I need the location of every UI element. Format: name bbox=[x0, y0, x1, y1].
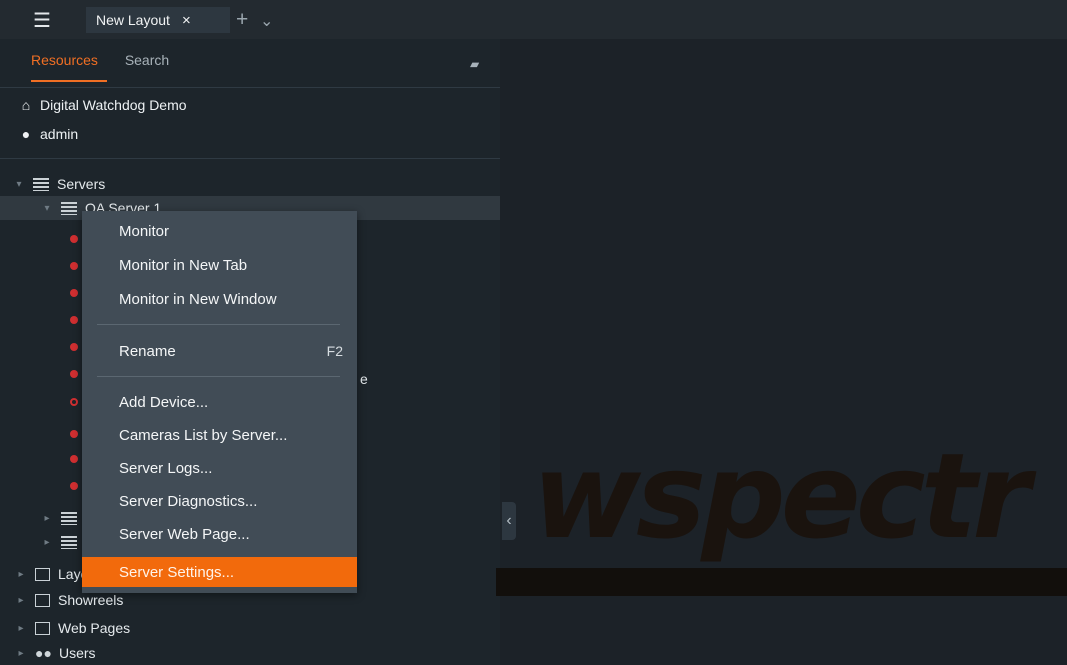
users-label: Users bbox=[59, 645, 96, 661]
menu-item-label: Server Web Page... bbox=[119, 525, 250, 543]
expand-icon[interactable]: ▸ bbox=[15, 623, 27, 634]
home-icon: ⌂ bbox=[21, 97, 31, 113]
camera-status-dot bbox=[70, 316, 78, 324]
tab-search[interactable]: Search bbox=[125, 52, 169, 68]
server-icon bbox=[61, 511, 77, 525]
pin-icon[interactable]: ▰ bbox=[470, 57, 479, 71]
camera-status-dot bbox=[70, 370, 78, 378]
menu-item-monitor[interactable]: Monitor bbox=[82, 216, 357, 246]
menu-item-label: Monitor in New Window bbox=[119, 290, 277, 308]
camera-status-dot bbox=[70, 430, 78, 438]
server-context-menu: Monitor Monitor in New Tab Monitor in Ne… bbox=[82, 211, 357, 593]
server-icon bbox=[61, 535, 77, 549]
showreels-icon bbox=[35, 593, 50, 607]
server-icon bbox=[61, 201, 77, 215]
active-tab-indicator bbox=[31, 80, 107, 82]
menu-item-add-device[interactable]: Add Device... bbox=[82, 387, 357, 417]
user-icon: ● bbox=[21, 126, 31, 142]
menu-item-monitor-new-window[interactable]: Monitor in New Window bbox=[82, 284, 357, 314]
menu-item-server-settings[interactable]: Server Settings... bbox=[82, 557, 357, 587]
tab-new-layout[interactable]: New Layout × bbox=[86, 7, 230, 33]
menu-separator bbox=[97, 324, 340, 325]
expand-icon[interactable]: ▸ bbox=[15, 595, 27, 606]
watermark-logo: wspectr bbox=[532, 427, 1030, 565]
tab-label: New Layout bbox=[96, 12, 170, 28]
expand-icon[interactable]: ▸ bbox=[15, 648, 27, 659]
menu-separator bbox=[97, 376, 340, 377]
camera-status-dot bbox=[70, 398, 78, 406]
system-name: Digital Watchdog Demo bbox=[40, 97, 187, 113]
servers-label: Servers bbox=[57, 176, 106, 192]
menu-item-label: Monitor bbox=[119, 222, 170, 240]
menu-item-server-web-page[interactable]: Server Web Page... bbox=[82, 519, 357, 549]
tree-item-web-pages[interactable]: ▸ Web Pages bbox=[0, 616, 500, 640]
camera-status-dot bbox=[70, 482, 78, 490]
menu-item-label: Server Logs... bbox=[119, 459, 213, 477]
chevron-down-icon[interactable]: ⌄ bbox=[260, 10, 273, 34]
menu-item-label: Rename bbox=[119, 342, 176, 360]
panel-collapse-button[interactable]: ‹ bbox=[502, 502, 516, 540]
shortcut-label: F2 bbox=[326, 343, 343, 359]
panel-divider bbox=[0, 158, 500, 159]
menu-item-label: Server Settings... bbox=[119, 563, 235, 581]
watermark-bar bbox=[496, 568, 1067, 596]
menu-item-label: Add Device... bbox=[119, 393, 209, 411]
users-icon: ●● bbox=[35, 645, 52, 661]
partial-tree-text: e bbox=[360, 371, 368, 387]
close-icon[interactable]: × bbox=[182, 12, 191, 29]
expand-icon[interactable]: ▸ bbox=[15, 569, 27, 580]
tab-resources[interactable]: Resources bbox=[31, 52, 98, 68]
tree-item-servers[interactable]: ▾ Servers bbox=[0, 172, 500, 196]
servers-icon bbox=[33, 177, 49, 191]
expand-icon[interactable]: ▸ bbox=[41, 513, 53, 524]
menu-item-label: Server Diagnostics... bbox=[119, 492, 258, 510]
camera-status-dot bbox=[70, 235, 78, 243]
showreels-label: Showreels bbox=[58, 592, 124, 608]
expand-icon[interactable]: ▾ bbox=[41, 203, 53, 214]
menu-item-label: Cameras List by Server... bbox=[119, 426, 288, 444]
menu-item-cameras-list[interactable]: Cameras List by Server... bbox=[82, 420, 357, 450]
hamburger-menu-icon[interactable]: ☰ bbox=[20, 8, 64, 32]
menu-item-server-diagnostics[interactable]: Server Diagnostics... bbox=[82, 486, 357, 516]
expand-icon[interactable]: ▸ bbox=[41, 537, 53, 548]
user-row[interactable]: ● admin bbox=[16, 126, 78, 142]
user-name: admin bbox=[40, 126, 79, 142]
tree-item-users[interactable]: ▸ ●● Users bbox=[0, 641, 500, 665]
expand-icon[interactable]: ▾ bbox=[13, 179, 25, 190]
add-tab-icon[interactable]: + bbox=[236, 8, 248, 32]
menu-item-label: Monitor in New Tab bbox=[119, 256, 248, 274]
system-row[interactable]: ⌂ Digital Watchdog Demo bbox=[16, 97, 187, 113]
menu-item-server-logs[interactable]: Server Logs... bbox=[82, 453, 357, 483]
camera-status-dot bbox=[70, 343, 78, 351]
panel-tabs: Resources Search bbox=[31, 52, 192, 68]
web-pages-icon bbox=[35, 621, 50, 635]
menu-item-monitor-new-tab[interactable]: Monitor in New Tab bbox=[82, 250, 357, 280]
layouts-icon bbox=[35, 567, 50, 581]
web-pages-label: Web Pages bbox=[58, 620, 131, 636]
top-bar: ☰ New Layout × + ⌄ bbox=[0, 0, 1067, 39]
camera-status-dot bbox=[70, 289, 78, 297]
menu-item-rename[interactable]: Rename F2 bbox=[82, 336, 357, 366]
camera-status-dot bbox=[70, 262, 78, 270]
camera-status-dot bbox=[70, 455, 78, 463]
panel-divider bbox=[0, 87, 500, 88]
